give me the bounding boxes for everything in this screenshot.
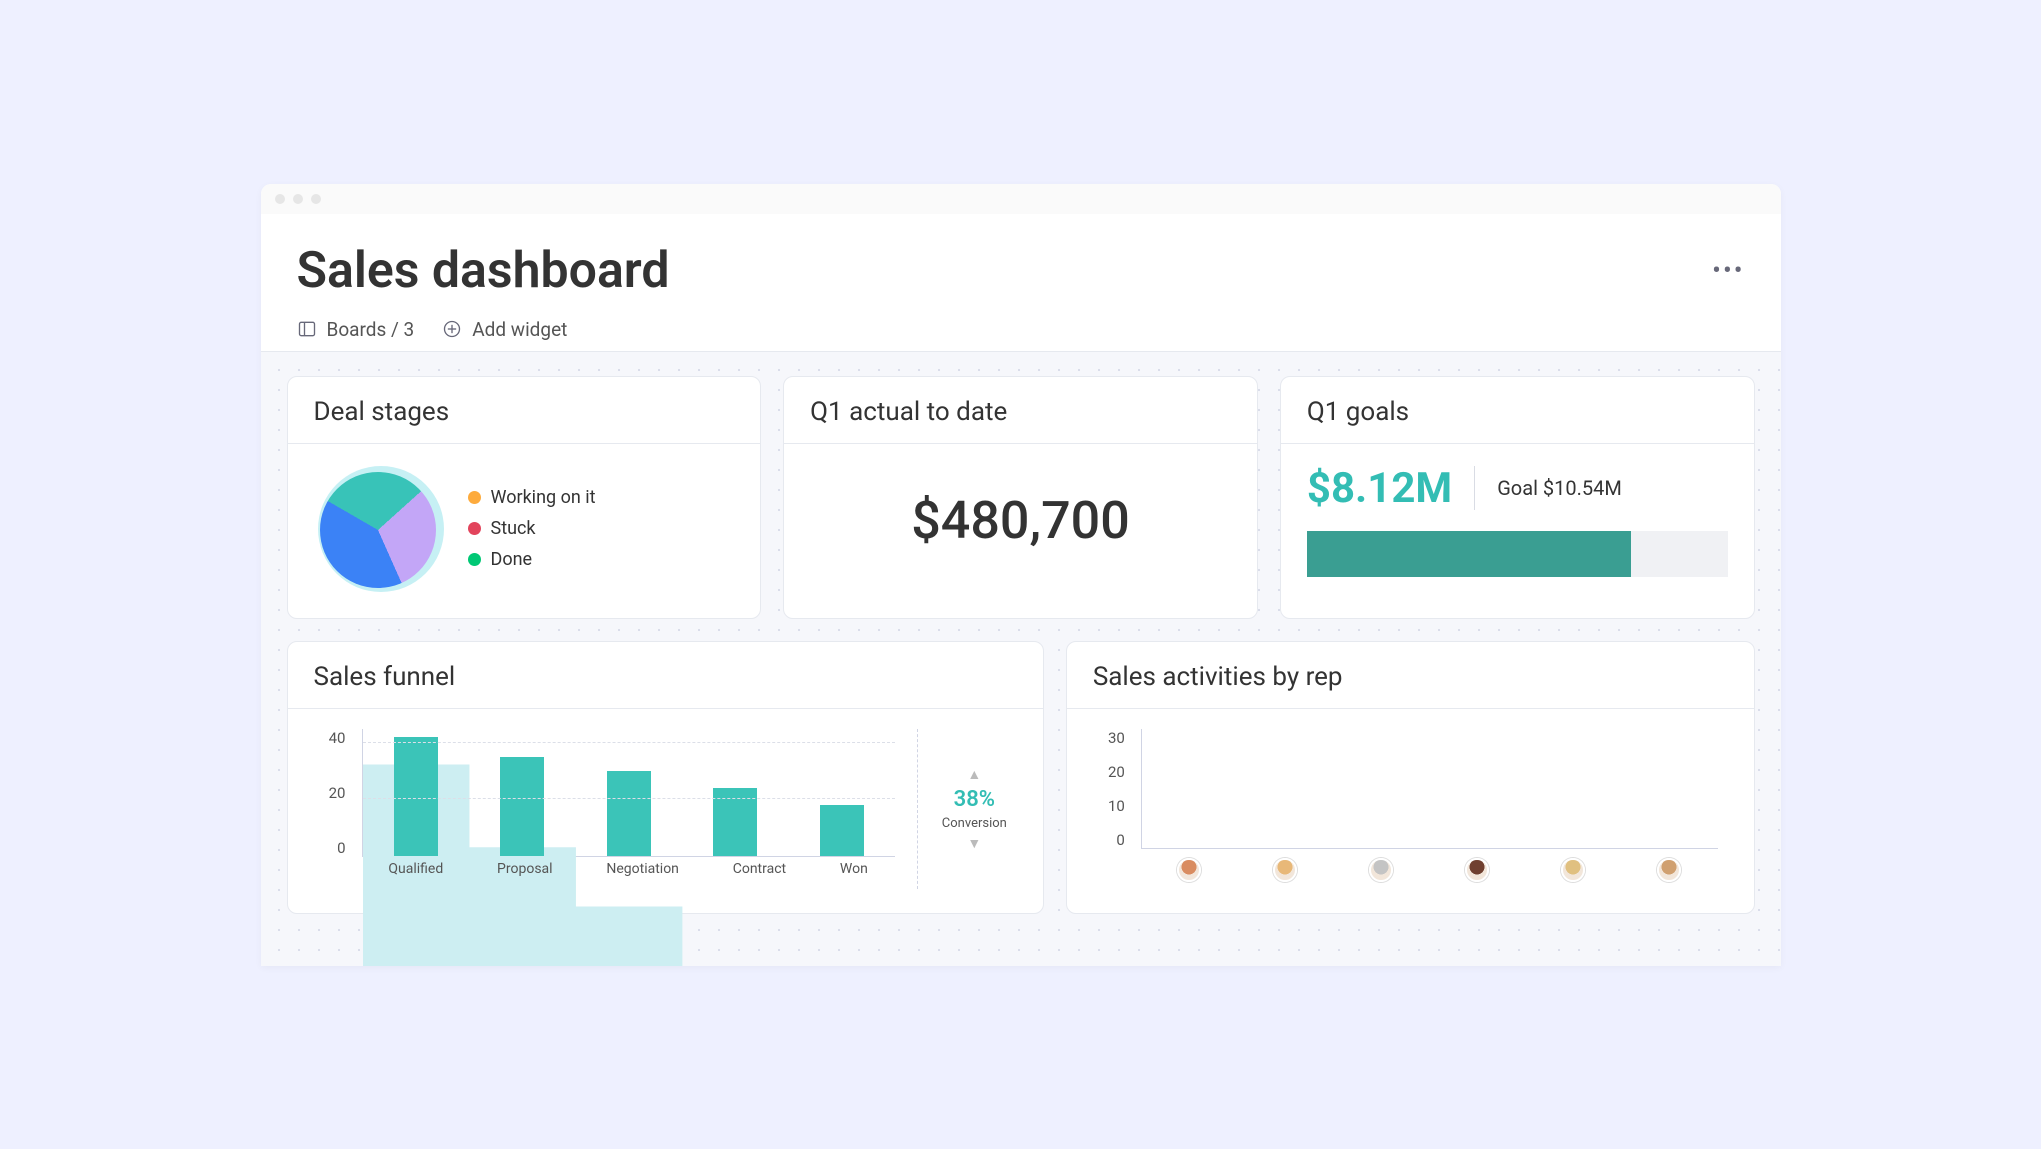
sales-funnel-chart: 40 20 0 Qualified Proposal Negotiation Contra… (314, 729, 895, 889)
page-header: Sales dashboard ••• (261, 214, 1781, 300)
widget-sales-activities[interactable]: Sales activities by rep 30 20 10 0 (1066, 641, 1755, 914)
legend-dot-icon (468, 491, 481, 504)
plus-circle-icon (442, 319, 462, 339)
q1-goals-target: Goal $10.54M (1497, 476, 1622, 500)
funnel-bar (394, 737, 438, 856)
y-tick: 0 (1093, 831, 1125, 849)
deal-stages-legend: Working on it Stuck Done (468, 487, 596, 570)
window-titlebar (261, 184, 1781, 214)
y-tick: 20 (1093, 763, 1125, 781)
x-label: Negotiation (606, 861, 679, 889)
x-label: Qualified (388, 861, 443, 889)
legend-dot-icon (468, 522, 481, 535)
widget-title: Q1 actual to date (810, 397, 1231, 427)
widget-q1-goals[interactable]: Q1 goals $8.12M Goal $10.54M (1280, 376, 1755, 619)
x-label: Contract (733, 861, 786, 889)
window-control-min[interactable] (293, 194, 303, 204)
q1-actual-value: $480,700 (810, 464, 1231, 577)
sales-activities-chart: 30 20 10 0 (1093, 729, 1728, 879)
y-tick: 10 (1093, 797, 1125, 815)
x-label: Won (840, 861, 868, 889)
conversion-value: 38% (954, 787, 995, 812)
boards-label: Boards / 3 (327, 318, 415, 341)
board-icon (297, 319, 317, 339)
y-tick: 30 (1093, 729, 1125, 747)
widget-title: Deal stages (314, 397, 735, 427)
widget-sales-funnel[interactable]: Sales funnel 40 20 0 Qualified Proposal Nego… (287, 641, 1044, 914)
funnel-bar (500, 757, 544, 856)
dashboard-canvas: Deal stages Working on it Stuck Done Q1 ac… (261, 352, 1781, 966)
funnel-bar (820, 805, 864, 856)
q1-goals-current: $8.12M (1307, 464, 1452, 513)
more-menu-icon[interactable]: ••• (1712, 256, 1744, 286)
y-tick: 0 (314, 839, 346, 857)
widget-q1-actual[interactable]: Q1 actual to date $480,700 (783, 376, 1258, 619)
legend-label: Working on it (491, 487, 596, 508)
widget-title: Sales activities by rep (1093, 662, 1728, 692)
rep-avatar[interactable] (1561, 858, 1585, 882)
conversion-label: Conversion (942, 816, 1007, 831)
add-widget-button[interactable]: Add widget (442, 318, 567, 341)
arrow-up-icon: ▲ (967, 766, 981, 783)
legend-item: Done (468, 549, 596, 570)
legend-item: Stuck (468, 518, 596, 539)
y-tick: 20 (314, 784, 346, 802)
rep-avatar[interactable] (1273, 858, 1297, 882)
legend-label: Done (491, 549, 533, 570)
legend-label: Stuck (491, 518, 536, 539)
rep-avatar[interactable] (1369, 858, 1393, 882)
page-title: Sales dashboard (297, 242, 670, 300)
boards-button[interactable]: Boards / 3 (297, 318, 415, 341)
arrow-down-icon: ▼ (967, 835, 981, 852)
widget-deal-stages[interactable]: Deal stages Working on it Stuck Done (287, 376, 762, 619)
legend-item: Working on it (468, 487, 596, 508)
rep-avatar[interactable] (1177, 858, 1201, 882)
q1-goals-progress (1307, 531, 1728, 577)
x-label: Proposal (497, 861, 553, 889)
app-window: Sales dashboard ••• Boards / 3 Add widge… (261, 184, 1781, 966)
add-widget-label: Add widget (472, 318, 567, 341)
toolbar: Boards / 3 Add widget (261, 300, 1781, 352)
deal-stages-pie (314, 464, 444, 594)
widget-title: Sales funnel (314, 662, 1017, 692)
funnel-bar (607, 771, 651, 856)
window-control-max[interactable] (311, 194, 321, 204)
rep-avatar[interactable] (1657, 858, 1681, 882)
y-tick: 40 (314, 729, 346, 747)
widget-row-2: Sales funnel 40 20 0 Qualified Proposal Nego… (287, 641, 1755, 914)
legend-dot-icon (468, 553, 481, 566)
rep-avatar[interactable] (1465, 858, 1489, 882)
widget-row-1: Deal stages Working on it Stuck Done Q1 ac… (287, 376, 1755, 619)
window-control-close[interactable] (275, 194, 285, 204)
conversion-indicator: ▲ 38% Conversion ▼ (917, 729, 1017, 889)
widget-title: Q1 goals (1307, 397, 1728, 427)
